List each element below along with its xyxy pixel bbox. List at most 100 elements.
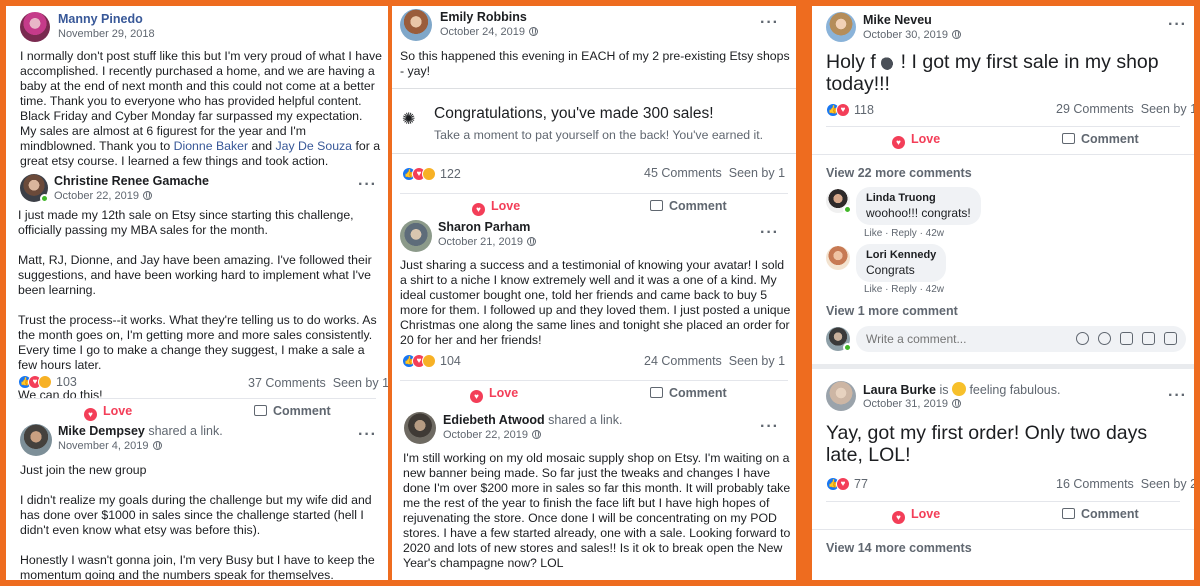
comment-text: woohoo!!! congrats! bbox=[866, 206, 971, 220]
globe-icon bbox=[143, 191, 153, 200]
post-date[interactable]: October 22, 2019 bbox=[443, 429, 542, 441]
mention-link[interactable]: Jay De Souza bbox=[275, 139, 352, 153]
view-more-comments-link[interactable]: View 22 more comments bbox=[826, 166, 972, 180]
avatar[interactable] bbox=[404, 412, 436, 444]
author-name[interactable]: Sharon Parham bbox=[438, 220, 530, 234]
online-status-dot bbox=[40, 194, 49, 203]
globe-icon bbox=[952, 30, 962, 39]
author-name[interactable]: Mike Neveu bbox=[863, 13, 932, 27]
post-ediebeth-atwood: Ediebeth Atwood shared a link. October 2… bbox=[392, 410, 796, 580]
action-bar: ♥ Love Comment bbox=[826, 501, 1180, 525]
love-reaction-icon: ♥ bbox=[836, 476, 850, 491]
card-title: Congratulations, you've made 300 sales! bbox=[434, 105, 714, 122]
avatar[interactable] bbox=[20, 424, 52, 456]
post-date[interactable]: October 22, 2019 bbox=[54, 190, 153, 202]
view-more-comments-link[interactable]: View 1 more comment bbox=[826, 304, 958, 318]
view-more-comments-link[interactable]: View 14 more comments bbox=[826, 541, 972, 555]
comment-button[interactable]: Comment bbox=[254, 404, 331, 418]
post-christine-gamache: Christine Renee Gamache October 22, 2019… bbox=[6, 172, 388, 422]
feed-column-middle: Emily Robbins October 24, 2019 ··· So th… bbox=[392, 6, 796, 580]
comment-button[interactable]: Comment bbox=[650, 386, 727, 400]
post-date[interactable]: November 4, 2019 bbox=[58, 440, 162, 452]
post-emily-robbins: Emily Robbins October 24, 2019 ··· So th… bbox=[392, 6, 796, 216]
mention-link[interactable]: Dionne Baker bbox=[174, 139, 249, 153]
heart-icon: ♥ bbox=[892, 511, 905, 524]
author-name[interactable]: Manny Pinedo bbox=[58, 12, 143, 26]
comment-input[interactable] bbox=[866, 332, 1016, 346]
love-button[interactable]: ♥ Love bbox=[892, 507, 940, 524]
love-button[interactable]: ♥ Love bbox=[84, 404, 132, 421]
post-date[interactable]: October 30, 2019 bbox=[863, 29, 962, 41]
more-options-icon[interactable]: ··· bbox=[760, 15, 779, 31]
more-options-icon[interactable]: ··· bbox=[760, 225, 779, 241]
comment-bubble: Lori Kennedy Congrats bbox=[856, 244, 947, 282]
heart-icon: ♥ bbox=[84, 408, 97, 421]
post-laura-burke: Laura Burke is feeling fabulous. October… bbox=[812, 369, 1194, 580]
sticker-icon[interactable] bbox=[1076, 332, 1089, 345]
post-date[interactable]: October 31, 2019 bbox=[863, 398, 962, 410]
love-button[interactable]: ♥ Love bbox=[892, 132, 940, 149]
feed-column-left: Manny Pinedo November 29, 2018 I normall… bbox=[6, 6, 388, 580]
gif-icon[interactable] bbox=[1142, 332, 1155, 345]
avatar[interactable] bbox=[826, 12, 856, 42]
comment-input-box bbox=[856, 326, 1186, 352]
action-bar: ♥ Love Comment bbox=[18, 398, 376, 422]
camera-icon[interactable] bbox=[1120, 332, 1133, 345]
reaction-summary[interactable]: 👍 ♥ 104 bbox=[402, 352, 461, 368]
post-date[interactable]: October 24, 2019 bbox=[440, 26, 539, 38]
wow-reaction-icon bbox=[422, 166, 436, 181]
emoji-icon[interactable] bbox=[1098, 332, 1111, 345]
post-text: I normally don't post stuff like this bu… bbox=[20, 49, 382, 168]
author-name[interactable]: Laura Burke is feeling fabulous. bbox=[863, 382, 1060, 397]
sticker-pack-icon[interactable] bbox=[1164, 332, 1177, 345]
reaction-summary[interactable]: 👍 ♥ 122 bbox=[402, 165, 461, 181]
post-stats[interactable]: 37 Comments Seen by 1 bbox=[248, 376, 388, 390]
avatar[interactable] bbox=[20, 12, 50, 42]
love-reaction-icon: ♥ bbox=[836, 102, 850, 117]
achievement-card[interactable]: ✺ Congratulations, you've made 300 sales… bbox=[392, 88, 796, 154]
comment-actions[interactable]: Like · Reply · 42w bbox=[864, 284, 944, 295]
more-options-icon[interactable]: ··· bbox=[358, 427, 377, 443]
post-stats[interactable]: 16 Comments Seen by 2 bbox=[1056, 477, 1194, 491]
action-bar: ♥ Love Comment bbox=[826, 126, 1180, 150]
divider bbox=[812, 529, 1194, 530]
author-name[interactable]: Emily Robbins bbox=[440, 10, 527, 24]
comment-button[interactable]: Comment bbox=[650, 199, 727, 213]
action-bar: ♥ Love Comment bbox=[400, 380, 788, 404]
more-options-icon[interactable]: ··· bbox=[760, 419, 779, 435]
commenter-name[interactable]: Linda Truong bbox=[866, 192, 971, 204]
comment-icon bbox=[650, 387, 663, 398]
reaction-summary[interactable]: 👍 ♥ 77 bbox=[826, 475, 868, 491]
wow-reaction-icon bbox=[38, 374, 52, 389]
post-stats[interactable]: 24 Comments Seen by 1 bbox=[644, 354, 785, 368]
comment-button[interactable]: Comment bbox=[1062, 507, 1139, 521]
wow-reaction-icon bbox=[422, 353, 436, 368]
reaction-count: 77 bbox=[854, 476, 868, 491]
author-name[interactable]: Mike Dempsey shared a link. bbox=[58, 424, 223, 438]
post-stats[interactable]: 45 Comments Seen by 1 bbox=[644, 166, 785, 180]
avatar[interactable] bbox=[826, 381, 856, 411]
love-button[interactable]: ♥ Love bbox=[470, 386, 518, 403]
author-name[interactable]: Christine Renee Gamache bbox=[54, 174, 209, 188]
commenter-name[interactable]: Lori Kennedy bbox=[866, 249, 936, 261]
avatar[interactable] bbox=[826, 246, 850, 270]
post-mike-dempsey: Mike Dempsey shared a link. November 4, … bbox=[6, 422, 388, 580]
comment-actions[interactable]: Like · Reply · 42w bbox=[864, 228, 944, 239]
comment-button[interactable]: Comment bbox=[1062, 132, 1139, 146]
comment-icon bbox=[254, 405, 267, 416]
reaction-summary[interactable]: 👍 ♥ 118 bbox=[826, 101, 874, 117]
author-name[interactable]: Ediebeth Atwood shared a link. bbox=[443, 413, 622, 427]
more-options-icon[interactable]: ··· bbox=[1168, 17, 1187, 33]
heart-icon: ♥ bbox=[892, 136, 905, 149]
sparkle-icon: ✺ bbox=[402, 111, 416, 128]
avatar[interactable] bbox=[400, 9, 432, 41]
bomb-icon bbox=[881, 56, 896, 70]
online-status-dot bbox=[843, 205, 852, 214]
more-options-icon[interactable]: ··· bbox=[358, 177, 377, 193]
post-stats[interactable]: 29 Comments Seen by 1 bbox=[1056, 102, 1194, 116]
post-date[interactable]: November 29, 2018 bbox=[58, 28, 155, 40]
post-date[interactable]: October 21, 2019 bbox=[438, 236, 537, 248]
reaction-summary[interactable]: 👍 ♥ 103 bbox=[18, 373, 77, 389]
avatar[interactable] bbox=[400, 220, 432, 252]
more-options-icon[interactable]: ··· bbox=[1168, 388, 1187, 404]
